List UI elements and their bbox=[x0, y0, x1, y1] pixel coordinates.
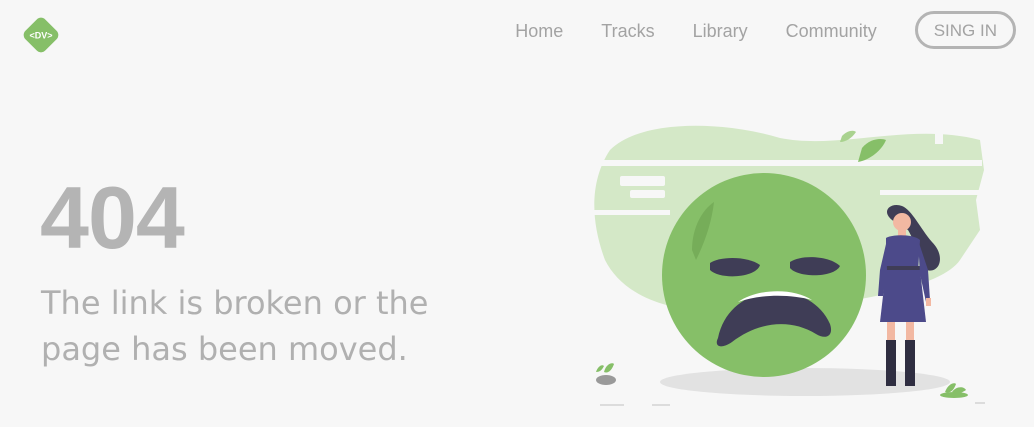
logo[interactable]: <DV> bbox=[19, 13, 63, 57]
blob-stripe bbox=[592, 160, 982, 166]
error-message: The link is broken or the page has been … bbox=[41, 284, 429, 368]
blob-stripe bbox=[630, 190, 665, 198]
nav-tracks-link[interactable]: Tracks bbox=[601, 18, 654, 44]
sad-face-illustration bbox=[590, 122, 990, 406]
nav-library-link[interactable]: Library bbox=[693, 18, 748, 44]
ground-line bbox=[975, 402, 985, 404]
blob-stripe bbox=[935, 122, 943, 144]
logo-icon: <DV> bbox=[23, 17, 59, 53]
blob-stripe bbox=[880, 190, 990, 195]
error-code: 404 bbox=[40, 168, 185, 267]
sign-in-button[interactable]: SING IN bbox=[914, 11, 1016, 49]
nav-community-link[interactable]: Community bbox=[786, 18, 877, 44]
page: <DV> Home Tracks Library Community SING … bbox=[0, 0, 1034, 427]
nav-home-link[interactable]: Home bbox=[515, 18, 563, 44]
logo-text: <DV> bbox=[29, 31, 52, 41]
top-nav: Home Tracks Library Community SING IN bbox=[515, 11, 1016, 49]
ground-line bbox=[652, 404, 670, 406]
ground-line bbox=[600, 404, 624, 406]
sad-face bbox=[662, 173, 866, 377]
blob-stripe bbox=[620, 176, 665, 186]
blob-stripe bbox=[590, 210, 670, 215]
plant-left bbox=[596, 363, 616, 385]
